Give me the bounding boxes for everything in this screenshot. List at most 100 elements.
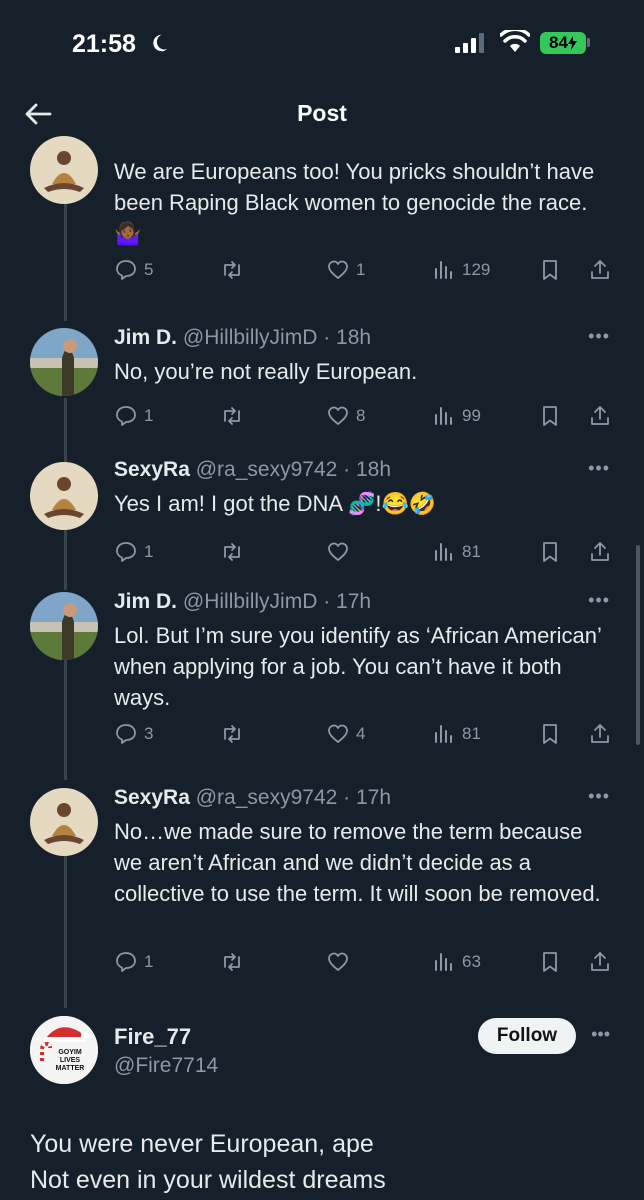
- bookmark-icon: [543, 724, 557, 744]
- tweet-header: Jim D. @HillbillyJimD · 18h: [114, 326, 371, 350]
- share-icon: [591, 542, 609, 561]
- author-handle[interactable]: @ra_sexy9742: [196, 786, 338, 809]
- reply-count: 1: [144, 406, 154, 425]
- author-handle[interactable]: @HillbillyJimD: [183, 590, 317, 613]
- retweet-button[interactable]: [220, 950, 250, 974]
- avatar[interactable]: GOYIM LIVES MATTER: [30, 1016, 98, 1084]
- avatar[interactable]: [30, 592, 98, 660]
- svg-text:MATTER: MATTER: [56, 1065, 85, 1072]
- tweet-actions: 3 4 81: [114, 722, 614, 752]
- post-text-line: Not even in your wildest dreams: [30, 1166, 386, 1194]
- reply-button[interactable]: 5: [114, 258, 153, 282]
- share-button[interactable]: [588, 258, 612, 282]
- tweet-header: Jim D. @HillbillyJimD · 17h: [114, 590, 371, 614]
- retweet-button[interactable]: [220, 258, 250, 282]
- bookmark-button[interactable]: [538, 258, 562, 282]
- tweet-header: SexyRa @ra_sexy9742 · 17h: [114, 786, 391, 810]
- reply-count: 3: [144, 724, 154, 743]
- tweet[interactable]: We are Europeans too! You pricks shouldn…: [0, 136, 644, 296]
- retweet-button[interactable]: [220, 722, 250, 746]
- battery-indicator: 84: [540, 32, 586, 54]
- views-button[interactable]: 129: [432, 258, 490, 282]
- bookmark-button[interactable]: [538, 722, 562, 746]
- tweet[interactable]: SexyRa @ra_sexy9742 · 17h ••• No…we made…: [0, 784, 644, 984]
- avatar[interactable]: [30, 462, 98, 530]
- share-icon: [591, 952, 609, 971]
- views-button[interactable]: 63: [432, 950, 481, 974]
- retweet-button[interactable]: [220, 404, 250, 428]
- retweet-icon: [224, 543, 240, 561]
- like-button[interactable]: 1: [326, 258, 365, 282]
- avatar[interactable]: [30, 328, 98, 396]
- share-icon: [591, 406, 609, 425]
- more-options-icon[interactable]: •••: [588, 590, 610, 611]
- heart-icon: [328, 542, 348, 561]
- share-button[interactable]: [588, 950, 612, 974]
- retweet-icon: [224, 725, 240, 743]
- reply-icon: [116, 406, 136, 426]
- retweet-button[interactable]: [220, 540, 250, 564]
- meta-separator: ·: [337, 786, 356, 809]
- author-handle[interactable]: @HillbillyJimD: [183, 326, 317, 349]
- more-options-icon[interactable]: •••: [588, 326, 610, 347]
- share-icon: [591, 724, 609, 743]
- tweet-text: No…we made sure to remove the term becau…: [114, 819, 601, 906]
- follow-button[interactable]: Follow: [478, 1018, 576, 1054]
- more-options-icon[interactable]: •••: [588, 786, 610, 807]
- tweet[interactable]: Jim D. @HillbillyJimD · 18h ••• No, you’…: [0, 322, 644, 442]
- meta-separator: ·: [317, 326, 337, 349]
- like-button[interactable]: 8: [326, 404, 365, 428]
- author-handle[interactable]: @ra_sexy9742: [196, 458, 338, 481]
- bookmark-button[interactable]: [538, 950, 562, 974]
- view-count: 63: [462, 952, 481, 971]
- share-icon: [591, 260, 609, 279]
- tweet-actions: 1 8 99: [114, 404, 614, 434]
- views-button[interactable]: 81: [432, 722, 481, 746]
- like-count: 1: [356, 260, 366, 279]
- heart-icon: [328, 724, 348, 743]
- author-handle[interactable]: @Fire7714: [114, 1054, 218, 1078]
- tweet[interactable]: SexyRa @ra_sexy9742 · 18h ••• Yes I am! …: [0, 456, 644, 576]
- author-name[interactable]: Jim D.: [114, 326, 177, 349]
- views-button[interactable]: 81: [432, 540, 481, 564]
- reply-button[interactable]: 3: [114, 722, 153, 746]
- reply-button[interactable]: 1: [114, 404, 153, 428]
- moon-icon: [153, 34, 168, 52]
- meta-separator: ·: [337, 458, 356, 481]
- like-button[interactable]: 4: [326, 722, 365, 746]
- battery-level: 84: [549, 33, 568, 52]
- author-name[interactable]: SexyRa: [114, 786, 190, 809]
- tweet-time: 18h: [355, 458, 392, 481]
- reply-button[interactable]: 1: [114, 950, 153, 974]
- author-name[interactable]: SexyRa: [114, 458, 190, 481]
- share-button[interactable]: [588, 540, 612, 564]
- heart-icon: [328, 406, 348, 425]
- like-count: 8: [356, 406, 366, 425]
- view-count: 129: [462, 260, 491, 279]
- bookmark-button[interactable]: [538, 540, 562, 564]
- tweet[interactable]: Jim D. @HillbillyJimD · 17h ••• Lol. But…: [0, 588, 644, 768]
- share-button[interactable]: [588, 404, 612, 428]
- heart-icon: [328, 260, 348, 279]
- views-button[interactable]: 99: [432, 404, 481, 428]
- avatar[interactable]: [30, 136, 98, 204]
- share-button[interactable]: [588, 722, 612, 746]
- author-name[interactable]: Fire_77: [114, 1024, 191, 1050]
- tweet-actions: 5 1 129: [114, 258, 614, 288]
- view-count: 81: [462, 542, 481, 561]
- bookmark-icon: [543, 542, 557, 562]
- more-options-icon[interactable]: •••: [588, 458, 610, 479]
- svg-text:GOYIM: GOYIM: [58, 1049, 82, 1056]
- tweet-time: 17h: [336, 590, 372, 613]
- avatar-image: GOYIM LIVES MATTER: [30, 1016, 98, 1084]
- like-button[interactable]: [326, 950, 356, 974]
- more-options-icon[interactable]: •••: [591, 1024, 610, 1045]
- scrollbar[interactable]: [636, 545, 640, 745]
- bookmark-icon: [543, 260, 557, 280]
- author-name[interactable]: Jim D.: [114, 590, 177, 613]
- reply-button[interactable]: 1: [114, 540, 153, 564]
- avatar[interactable]: [30, 788, 98, 856]
- like-button[interactable]: [326, 540, 356, 564]
- reply-count: 1: [144, 542, 154, 561]
- bookmark-button[interactable]: [538, 404, 562, 428]
